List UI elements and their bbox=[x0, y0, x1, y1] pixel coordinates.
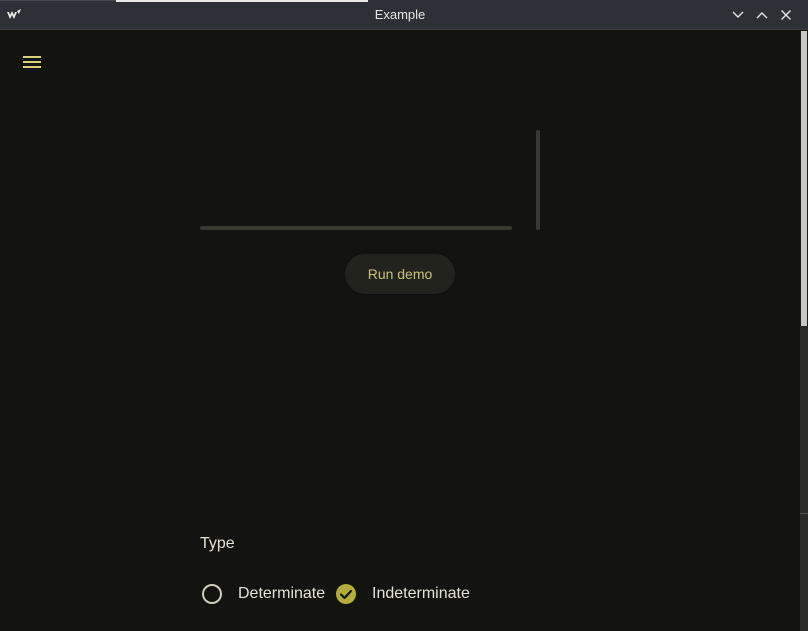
run-demo-button[interactable]: Run demo bbox=[345, 254, 455, 294]
radio-indeterminate[interactable]: Indeterminate bbox=[334, 582, 470, 606]
app-window: Example Run demo Type Determinate Indete… bbox=[0, 0, 808, 631]
window-title: Example bbox=[374, 7, 426, 22]
radio-checked-icon bbox=[336, 584, 356, 604]
radio-label-indeterminate: Indeterminate bbox=[372, 585, 470, 602]
linear-progress-bar bbox=[200, 226, 512, 230]
chevron-up-icon bbox=[756, 12, 768, 19]
radio-label-determinate: Determinate bbox=[238, 585, 326, 602]
vertical-progress-bar bbox=[536, 130, 540, 230]
maximize-button[interactable] bbox=[754, 7, 770, 23]
hamburger-menu-icon bbox=[23, 56, 41, 68]
minimize-button[interactable] bbox=[730, 7, 746, 23]
scrollbar-thumb[interactable] bbox=[801, 31, 807, 326]
chevron-down-icon bbox=[732, 11, 744, 18]
scrollbar-divider bbox=[800, 513, 808, 514]
type-heading: Type bbox=[200, 535, 235, 552]
scrollbar-lower-track bbox=[800, 326, 808, 631]
menu-button[interactable] bbox=[20, 53, 44, 73]
title-bar[interactable]: Example bbox=[0, 0, 808, 30]
close-icon bbox=[781, 10, 791, 20]
radio-unchecked-icon bbox=[202, 584, 222, 604]
close-button[interactable] bbox=[778, 7, 794, 23]
radio-determinate[interactable]: Determinate bbox=[200, 582, 325, 606]
